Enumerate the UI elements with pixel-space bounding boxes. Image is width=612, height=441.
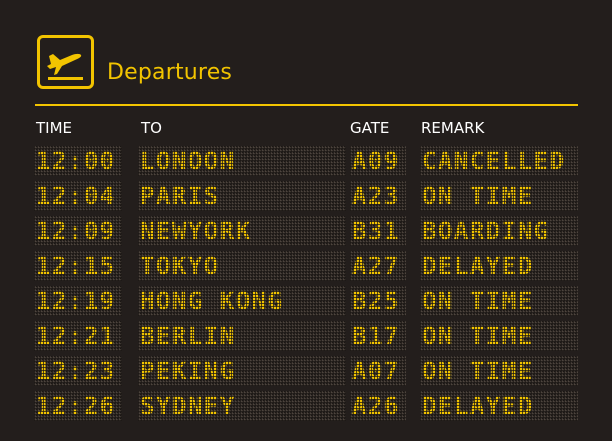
flight-row: 12:04 PARIS A23 ON TIME	[34, 181, 582, 214]
flight-destination: BERLIN	[140, 322, 236, 350]
flight-destination: LONOON	[140, 147, 236, 175]
flight-gate: A27	[352, 252, 400, 280]
header-divider	[35, 104, 578, 106]
flight-time: 12:23	[36, 357, 116, 385]
flight-remark: ON TIME	[422, 322, 534, 350]
flight-gate: B25	[352, 287, 400, 315]
flight-destination: NEWYORK	[140, 217, 252, 245]
flight-gate: B31	[352, 217, 400, 245]
flight-destination: HONG KONG	[140, 287, 284, 315]
flight-destination: TOKYO	[140, 252, 220, 280]
flight-time: 12:26	[36, 392, 116, 420]
flight-time: 12:09	[36, 217, 116, 245]
flight-remark: ON TIME	[422, 357, 534, 385]
flight-remark: CANCELLED	[422, 147, 566, 175]
flight-remark: ON TIME	[422, 287, 534, 315]
flight-destination: PARIS	[140, 182, 220, 210]
departures-board: Departures TIME TO GATE REMARK 12:00 LON…	[0, 0, 612, 441]
flight-destination: PEKING	[140, 357, 236, 385]
flight-gate: A07	[352, 357, 400, 385]
flight-row: 12:19 HONG KONG B25 ON TIME	[34, 286, 582, 319]
column-header-remark: REMARK	[421, 119, 485, 137]
column-header-time: TIME	[36, 119, 73, 137]
flight-time: 12:19	[36, 287, 116, 315]
plane-takeoff-icon	[37, 35, 94, 89]
flight-remark: DELAYED	[422, 392, 534, 420]
flight-time: 12:00	[36, 147, 116, 175]
flight-time: 12:04	[36, 182, 116, 210]
flight-row: 12:00 LONOON A09 CANCELLED	[34, 146, 582, 179]
flight-gate: A23	[352, 182, 400, 210]
flight-row: 12:23 PEKING A07 ON TIME	[34, 356, 582, 389]
column-header-to: TO	[141, 119, 162, 137]
flight-gate: B17	[352, 322, 400, 350]
flight-list: 12:00 LONOON A09 CANCELLED 12:04 PARIS A…	[34, 146, 582, 426]
flight-row: 12:26 SYDNEY A26 DELAYED	[34, 391, 582, 424]
flight-remark: ON TIME	[422, 182, 534, 210]
flight-row: 12:09 NEWYORK B31 BOARDING	[34, 216, 582, 249]
flight-destination: SYDNEY	[140, 392, 236, 420]
column-header-gate: GATE	[350, 119, 390, 137]
board-title: Departures	[107, 60, 233, 85]
flight-gate: A26	[352, 392, 400, 420]
flight-time: 12:21	[36, 322, 116, 350]
flight-row: 12:15 TOKYO A27 DELAYED	[34, 251, 582, 284]
flight-time: 12:15	[36, 252, 116, 280]
flight-remark: DELAYED	[422, 252, 534, 280]
flight-gate: A09	[352, 147, 400, 175]
flight-row: 12:21 BERLIN B17 ON TIME	[34, 321, 582, 354]
flight-remark: BOARDING	[422, 217, 550, 245]
